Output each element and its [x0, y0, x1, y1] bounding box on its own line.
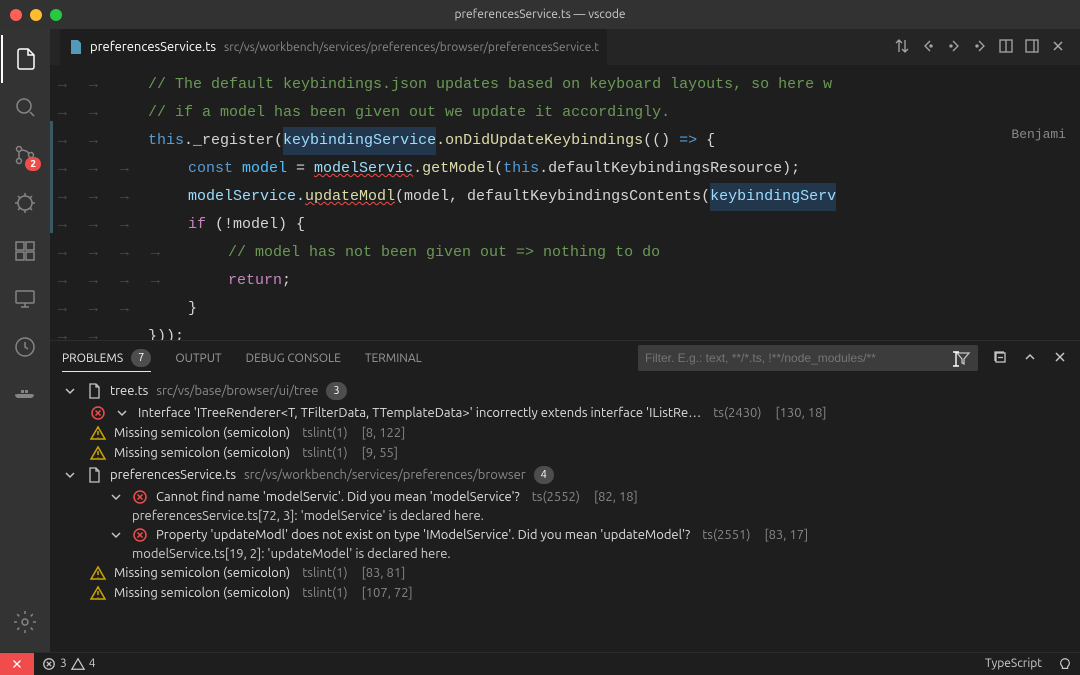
error-icon — [132, 527, 148, 543]
editor-tab[interactable]: preferencesService.ts src/vs/workbench/s… — [60, 29, 607, 65]
chevron-down-icon[interactable] — [62, 383, 78, 399]
problems-list[interactable]: tree.ts src/vs/base/browser/ui/tree 3 In… — [50, 375, 1080, 652]
debug-icon[interactable] — [1, 179, 49, 227]
collapse-all-icon[interactable] — [992, 349, 1008, 368]
editor-tabs: preferencesService.ts src/vs/workbench/s… — [50, 29, 1080, 65]
chevron-down-icon[interactable] — [108, 527, 124, 543]
split-icon[interactable] — [1024, 38, 1040, 57]
chevron-down-icon[interactable] — [114, 405, 130, 421]
search-icon[interactable] — [1, 83, 49, 131]
error-icon — [132, 489, 148, 505]
extensions-icon[interactable] — [1, 227, 49, 275]
panel-tabs: PROBLEMS 7 OUTPUT DEBUG CONSOLE TERMINAL — [50, 341, 1080, 375]
tab-path: src/vs/workbench/services/preferences/br… — [224, 41, 599, 54]
settings-icon[interactable] — [1, 598, 49, 646]
chevron-down-icon[interactable] — [62, 467, 78, 483]
problems-filter-input[interactable] — [645, 351, 955, 365]
panel: PROBLEMS 7 OUTPUT DEBUG CONSOLE TERMINAL — [50, 340, 1080, 652]
file-count-badge: 4 — [534, 466, 554, 484]
close-panel-icon[interactable] — [1052, 349, 1068, 368]
problems-count-badge: 7 — [131, 349, 151, 367]
compare-icon[interactable] — [894, 38, 910, 57]
gutter-decoration — [50, 121, 53, 233]
code-comment: // The default keybindings.json updates … — [148, 71, 832, 99]
problems-file-row[interactable]: tree.ts src/vs/base/browser/ui/tree 3 — [50, 379, 1080, 403]
window-controls — [10, 9, 62, 21]
explorer-icon[interactable] — [1, 35, 49, 83]
error-icon — [90, 405, 106, 421]
problem-related-info[interactable]: preferencesService.ts[72, 3]: 'modelServ… — [50, 507, 1080, 525]
problems-filter[interactable] — [638, 345, 978, 371]
status-feedback-icon[interactable] — [1050, 657, 1080, 671]
scm-badge: 2 — [25, 157, 41, 171]
problem-item[interactable]: Cannot find name 'modelServic'. Did you … — [50, 487, 1080, 507]
activity-bar: 2 — [0, 29, 50, 652]
problem-item[interactable]: Interface 'ITreeRenderer<T, TFilterData,… — [50, 403, 1080, 423]
warning-icon — [90, 565, 106, 581]
editor-actions — [894, 38, 1080, 57]
file-icon — [86, 467, 102, 483]
references-icon[interactable] — [1, 323, 49, 371]
status-problems[interactable]: 3 4 — [34, 657, 104, 671]
chevron-down-icon[interactable] — [108, 489, 124, 505]
code-comment: // if a model has been given out we upda… — [148, 99, 670, 127]
remote-icon[interactable] — [1, 275, 49, 323]
problem-item[interactable]: Missing semicolon (semicolon) tslint(1) … — [50, 583, 1080, 603]
close-window-button[interactable] — [10, 9, 22, 21]
grid-icon[interactable] — [998, 38, 1014, 57]
docker-icon[interactable] — [1, 371, 49, 419]
codelens-author[interactable]: Benjami — [1011, 121, 1066, 149]
chevron-up-icon[interactable] — [1022, 349, 1038, 368]
titlebar: preferencesService.ts — vscode — [0, 0, 1080, 29]
editor[interactable]: Benjami →→// The default keybindings.jso… — [50, 65, 1080, 340]
tab-output[interactable]: OUTPUT — [175, 352, 221, 365]
problems-file-row[interactable]: preferencesService.ts src/vs/workbench/s… — [50, 463, 1080, 487]
warning-icon — [90, 585, 106, 601]
status-language[interactable]: TypeScript — [977, 657, 1050, 670]
maximize-window-button[interactable] — [50, 9, 62, 21]
tab-problems[interactable]: PROBLEMS 7 — [62, 349, 151, 372]
minimize-window-button[interactable] — [30, 9, 42, 21]
warning-icon — [90, 425, 106, 441]
problem-item[interactable]: Missing semicolon (semicolon) tslint(1) … — [50, 443, 1080, 463]
close-icon[interactable] — [1050, 38, 1066, 57]
action-icon[interactable] — [972, 38, 988, 57]
prev-change-icon[interactable] — [920, 38, 936, 57]
problem-item[interactable]: Missing semicolon (semicolon) tslint(1) … — [50, 563, 1080, 583]
tab-terminal[interactable]: TERMINAL — [365, 352, 422, 365]
warning-icon — [90, 445, 106, 461]
problem-related-info[interactable]: modelService.ts[19, 2]: 'updateModel' is… — [50, 545, 1080, 563]
next-change-icon[interactable] — [946, 38, 962, 57]
file-icon — [86, 383, 102, 399]
problem-item[interactable]: Missing semicolon (semicolon) tslint(1) … — [50, 423, 1080, 443]
window-title: preferencesService.ts — vscode — [454, 8, 625, 21]
file-count-badge: 3 — [326, 382, 346, 400]
tab-filename: preferencesService.ts — [90, 40, 216, 54]
filter-icon[interactable] — [955, 350, 971, 366]
problem-item[interactable]: Property 'updateModl' does not exist on … — [50, 525, 1080, 545]
status-error-indicator[interactable] — [0, 653, 34, 675]
source-control-icon[interactable]: 2 — [1, 131, 49, 179]
status-bar: 3 4 TypeScript — [0, 652, 1080, 674]
tab-debug-console[interactable]: DEBUG CONSOLE — [246, 352, 341, 365]
